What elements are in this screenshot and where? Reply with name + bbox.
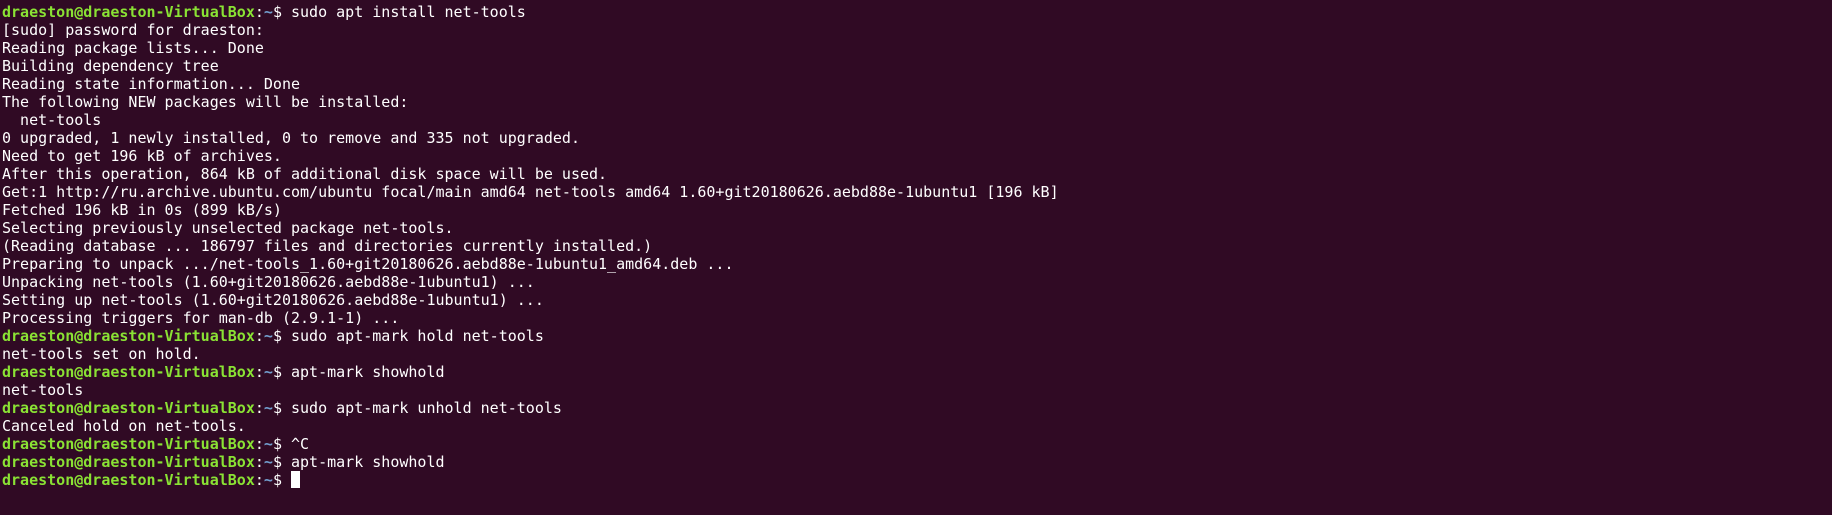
output-line: (Reading database ... 186797 files and d… (2, 237, 1832, 255)
prompt-line: draeston@draeston-VirtualBox:~$ apt-mark… (2, 453, 1832, 471)
output-text: Building dependency tree (2, 57, 219, 75)
output-line: Fetched 196 kB in 0s (899 kB/s) (2, 201, 1832, 219)
prompt-symbol: $ (272, 435, 291, 453)
prompt-line: draeston@draeston-VirtualBox:~$ sudo apt… (2, 327, 1832, 345)
output-line: Need to get 196 kB of archives. (2, 147, 1832, 165)
output-text: 0 upgraded, 1 newly installed, 0 to remo… (2, 129, 580, 147)
output-line: Setting up net-tools (1.60+git20180626.a… (2, 291, 1832, 309)
prompt-path: ~ (263, 453, 273, 471)
output-text: Processing triggers for man-db (2.9.1-1)… (2, 309, 400, 327)
command-text: sudo apt install net-tools (291, 3, 526, 21)
output-line: Canceled hold on net-tools. (2, 417, 1832, 435)
prompt-separator: : (254, 435, 264, 453)
output-text: Unpacking net-tools (1.60+git20180626.ae… (2, 273, 535, 291)
prompt-line: draeston@draeston-VirtualBox:~$ (2, 471, 1832, 489)
prompt-line: draeston@draeston-VirtualBox:~$ ^C (2, 435, 1832, 453)
prompt-user-host: draeston@draeston-VirtualBox (2, 453, 255, 471)
output-line: The following NEW packages will be insta… (2, 93, 1832, 111)
output-text: net-tools (2, 381, 84, 399)
prompt-user-host: draeston@draeston-VirtualBox (2, 3, 255, 21)
prompt-user-host: draeston@draeston-VirtualBox (2, 471, 255, 489)
output-text: [sudo] password for draeston: (2, 21, 264, 39)
output-text: Reading package lists... Done (2, 39, 264, 57)
output-line: Reading package lists... Done (2, 39, 1832, 57)
prompt-path: ~ (263, 3, 273, 21)
prompt-separator: : (254, 327, 264, 345)
output-text: The following NEW packages will be insta… (2, 93, 409, 111)
command-text: apt-mark showhold (291, 453, 445, 471)
output-line: Processing triggers for man-db (2.9.1-1)… (2, 309, 1832, 327)
output-text: Get:1 http://ru.archive.ubuntu.com/ubunt… (2, 183, 1059, 201)
prompt-path: ~ (263, 327, 273, 345)
output-line: Reading state information... Done (2, 75, 1832, 93)
prompt-separator: : (254, 399, 264, 417)
output-line: net-tools (2, 381, 1832, 399)
prompt-path: ~ (263, 399, 273, 417)
output-text: (Reading database ... 186797 files and d… (2, 237, 653, 255)
output-text: Fetched 196 kB in 0s (899 kB/s) (2, 201, 282, 219)
prompt-path: ~ (263, 435, 273, 453)
output-text: Need to get 196 kB of archives. (2, 147, 282, 165)
prompt-symbol: $ (272, 363, 291, 381)
output-text: Setting up net-tools (1.60+git20180626.a… (2, 291, 544, 309)
output-line: net-tools set on hold. (2, 345, 1832, 363)
prompt-user-host: draeston@draeston-VirtualBox (2, 435, 255, 453)
prompt-user-host: draeston@draeston-VirtualBox (2, 327, 255, 345)
command-text: ^C (291, 435, 310, 453)
output-line: 0 upgraded, 1 newly installed, 0 to remo… (2, 129, 1832, 147)
prompt-line: draeston@draeston-VirtualBox:~$ sudo apt… (2, 3, 1832, 21)
output-line: net-tools (2, 111, 1832, 129)
terminal-window[interactable]: draeston@draeston-VirtualBox:~$ sudo apt… (0, 0, 1832, 515)
output-text: Canceled hold on net-tools. (2, 417, 246, 435)
prompt-path: ~ (263, 363, 273, 381)
output-line: Unpacking net-tools (1.60+git20180626.ae… (2, 273, 1832, 291)
prompt-symbol: $ (272, 453, 291, 471)
prompt-symbol: $ (272, 327, 291, 345)
text-cursor[interactable] (291, 471, 300, 488)
prompt-separator: : (254, 3, 264, 21)
output-text: net-tools set on hold. (2, 345, 201, 363)
output-line: Building dependency tree (2, 57, 1832, 75)
command-text: sudo apt-mark unhold net-tools (291, 399, 562, 417)
command-text: sudo apt-mark hold net-tools (291, 327, 544, 345)
prompt-separator: : (254, 471, 264, 489)
output-text: Preparing to unpack .../net-tools_1.60+g… (2, 255, 734, 273)
output-line: Preparing to unpack .../net-tools_1.60+g… (2, 255, 1832, 273)
prompt-user-host: draeston@draeston-VirtualBox (2, 363, 255, 381)
prompt-symbol: $ (272, 471, 291, 489)
output-line: After this operation, 864 kB of addition… (2, 165, 1832, 183)
command-text: apt-mark showhold (291, 363, 445, 381)
prompt-line: draeston@draeston-VirtualBox:~$ sudo apt… (2, 399, 1832, 417)
output-text: Selecting previously unselected package … (2, 219, 454, 237)
output-line: [sudo] password for draeston: (2, 21, 1832, 39)
prompt-separator: : (254, 363, 264, 381)
prompt-user-host: draeston@draeston-VirtualBox (2, 399, 255, 417)
prompt-path: ~ (263, 471, 273, 489)
prompt-symbol: $ (272, 3, 291, 21)
output-text: net-tools (2, 111, 102, 129)
output-line: Selecting previously unselected package … (2, 219, 1832, 237)
output-line: Get:1 http://ru.archive.ubuntu.com/ubunt… (2, 183, 1832, 201)
prompt-separator: : (254, 453, 264, 471)
output-text: Reading state information... Done (2, 75, 301, 93)
output-text: After this operation, 864 kB of addition… (2, 165, 608, 183)
prompt-line: draeston@draeston-VirtualBox:~$ apt-mark… (2, 363, 1832, 381)
prompt-symbol: $ (272, 399, 291, 417)
